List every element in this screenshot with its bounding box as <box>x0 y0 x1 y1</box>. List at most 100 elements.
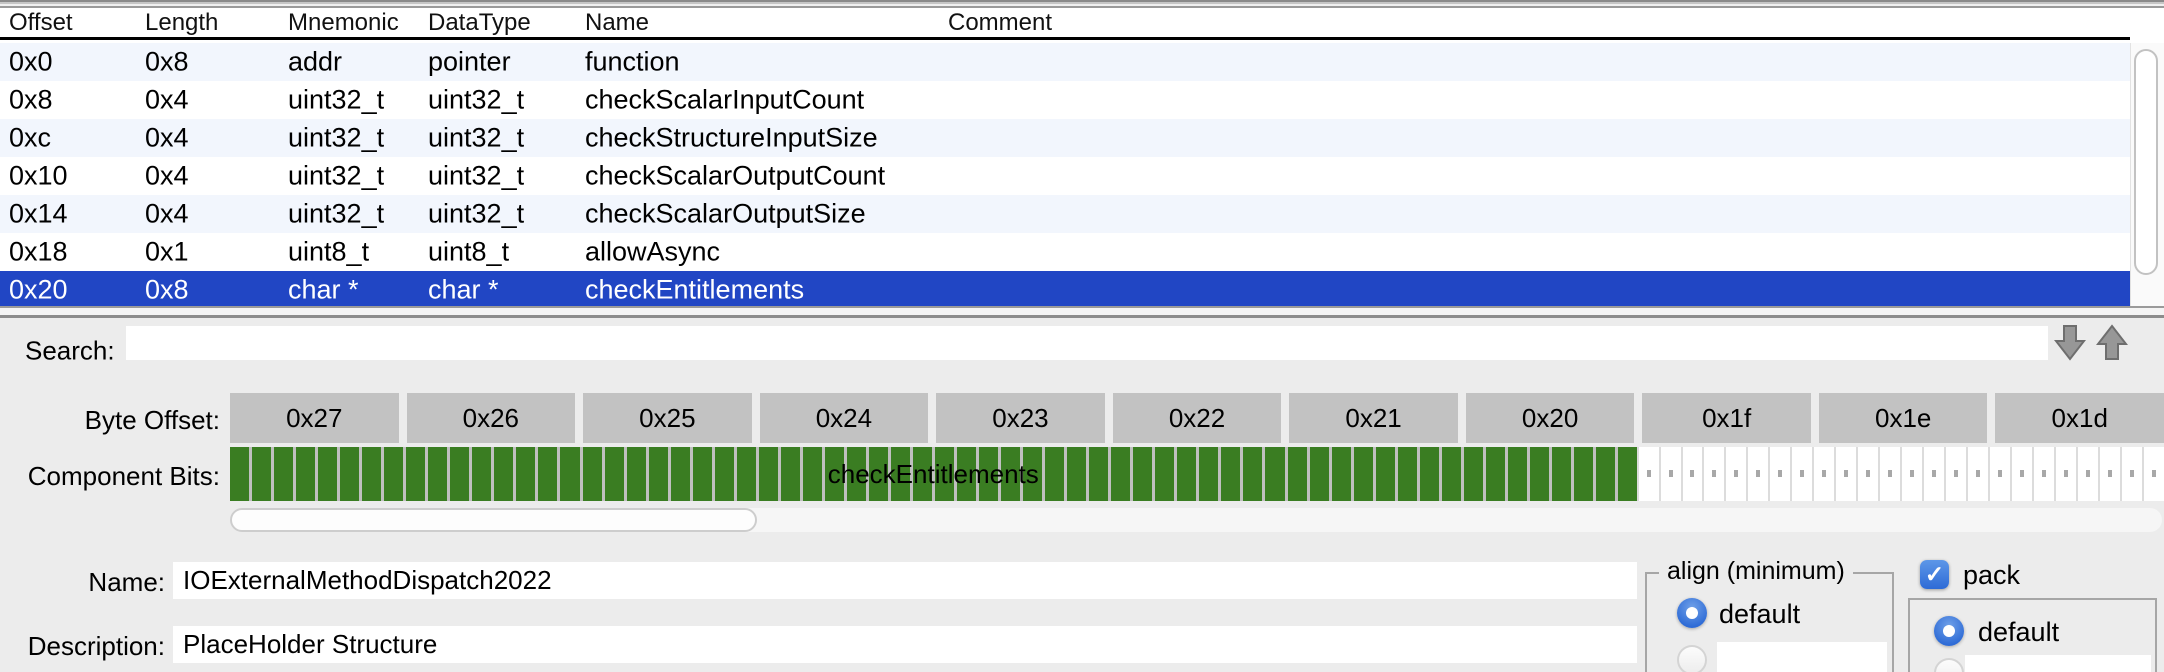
bit-cell-highlighted[interactable] <box>428 447 447 501</box>
bit-cell-highlighted[interactable] <box>318 447 337 501</box>
bit-cell-highlighted[interactable] <box>1508 447 1527 501</box>
align-custom-value-input[interactable] <box>1717 642 1887 672</box>
bit-cell-highlighted[interactable] <box>1398 447 1417 501</box>
bit-cell-empty[interactable] <box>2142 447 2164 501</box>
bit-cell-empty[interactable] <box>1944 447 1966 501</box>
bit-cell-empty[interactable] <box>1724 447 1746 501</box>
bit-cell-highlighted[interactable] <box>891 447 910 501</box>
bit-cell-highlighted[interactable] <box>1199 447 1218 501</box>
horizontal-scrollbar[interactable] <box>230 508 2162 532</box>
bit-cell-highlighted[interactable] <box>494 447 513 501</box>
table-row[interactable]: 0xc0x4uint32_tuint32_tcheckStructureInpu… <box>0 119 2130 157</box>
bit-cell-highlighted[interactable] <box>693 447 712 501</box>
bit-cell-empty[interactable] <box>1790 447 1812 501</box>
bit-cell-highlighted[interactable] <box>1089 447 1108 501</box>
bit-cell-empty[interactable] <box>1922 447 1944 501</box>
bit-cell-highlighted[interactable] <box>274 447 293 501</box>
bit-cell-highlighted[interactable] <box>715 447 734 501</box>
pack-default-radio[interactable] <box>1934 616 1964 646</box>
bit-cell-empty[interactable] <box>2076 447 2098 501</box>
table-row[interactable]: 0x180x1uint8_tuint8_tallowAsync <box>0 233 2130 271</box>
table-row[interactable]: 0x00x8addrpointerfunction <box>0 43 2130 81</box>
bit-cell-highlighted[interactable] <box>1133 447 1152 501</box>
bit-cell-empty[interactable] <box>2098 447 2120 501</box>
table-row[interactable]: 0x80x4uint32_tuint32_tcheckScalarInputCo… <box>0 81 2130 119</box>
search-previous-button[interactable] <box>2096 324 2128 362</box>
pack-checkbox[interactable]: ✓ <box>1920 560 1949 589</box>
bit-cell-highlighted[interactable] <box>1420 447 1439 501</box>
bit-cell-empty[interactable] <box>1659 447 1681 501</box>
pack-custom-radio[interactable] <box>1934 658 1964 672</box>
bit-cell-highlighted[interactable] <box>362 447 381 501</box>
table-row[interactable]: 0x200x8char *char *checkEntitlements <box>0 271 2130 309</box>
bit-cell-highlighted[interactable] <box>979 447 998 501</box>
bit-cell-empty[interactable] <box>1746 447 1768 501</box>
bit-cell-highlighted[interactable] <box>605 447 624 501</box>
vertical-scrollbar-thumb[interactable] <box>2134 49 2158 275</box>
bit-cell-highlighted[interactable] <box>472 447 491 501</box>
bit-cell-highlighted[interactable] <box>538 447 557 501</box>
bit-cell-highlighted[interactable] <box>1596 447 1615 501</box>
bit-cell-highlighted[interactable] <box>1530 447 1549 501</box>
bit-cell-highlighted[interactable] <box>781 447 800 501</box>
pack-custom-value-input[interactable] <box>1965 655 2151 672</box>
bit-cell-highlighted[interactable] <box>1023 447 1042 501</box>
bit-cell-empty[interactable] <box>1878 447 1900 501</box>
bit-cell-empty[interactable] <box>1702 447 1724 501</box>
bit-cell-highlighted[interactable] <box>252 447 271 501</box>
column-header-offset[interactable]: Offset <box>9 9 73 37</box>
align-default-radio[interactable] <box>1677 598 1707 628</box>
bit-cell-highlighted[interactable] <box>1221 447 1240 501</box>
bit-cell-highlighted[interactable] <box>1442 447 1461 501</box>
bit-cell-empty[interactable] <box>2054 447 2076 501</box>
bit-cell-highlighted[interactable] <box>1001 447 1020 501</box>
bit-cell-highlighted[interactable] <box>406 447 425 501</box>
bit-cell-empty[interactable] <box>2032 447 2054 501</box>
bit-cell-empty[interactable] <box>1768 447 1790 501</box>
bit-cell-empty[interactable] <box>1812 447 1834 501</box>
bit-cell-highlighted[interactable] <box>957 447 976 501</box>
bit-cell-empty[interactable] <box>1900 447 1922 501</box>
bit-cell-highlighted[interactable] <box>913 447 932 501</box>
column-header-mnemonic[interactable]: Mnemonic <box>288 9 399 37</box>
bit-cell-highlighted[interactable] <box>516 447 535 501</box>
bit-cell-highlighted[interactable] <box>230 447 249 501</box>
bit-cell-highlighted[interactable] <box>560 447 579 501</box>
bit-cell-empty[interactable] <box>1637 447 1659 501</box>
bit-cell-empty[interactable] <box>1681 447 1703 501</box>
split-pane-divider-middle[interactable] <box>0 306 2164 318</box>
bit-cell-highlighted[interactable] <box>1288 447 1307 501</box>
column-header-length[interactable]: Length <box>145 9 218 37</box>
horizontal-scrollbar-thumb[interactable] <box>230 508 757 532</box>
search-next-button[interactable] <box>2054 324 2086 362</box>
bit-cell-highlighted[interactable] <box>1155 447 1174 501</box>
vertical-scrollbar[interactable] <box>2130 43 2164 306</box>
bit-cell-highlighted[interactable] <box>1574 447 1593 501</box>
align-custom-radio[interactable] <box>1677 645 1707 672</box>
bit-cell-empty[interactable] <box>1988 447 2010 501</box>
bit-cell-highlighted[interactable] <box>627 447 646 501</box>
bit-cell-highlighted[interactable] <box>340 447 359 501</box>
bit-cell-highlighted[interactable] <box>649 447 668 501</box>
bit-cell-highlighted[interactable] <box>1464 447 1483 501</box>
bit-cell-highlighted[interactable] <box>1552 447 1571 501</box>
structure-description-input[interactable] <box>173 626 1637 663</box>
bit-cell-empty[interactable] <box>1966 447 1988 501</box>
bit-cell-highlighted[interactable] <box>1376 447 1395 501</box>
bit-cell-highlighted[interactable] <box>671 447 690 501</box>
bit-cell-highlighted[interactable] <box>1618 447 1637 501</box>
column-header-comment[interactable]: Comment <box>948 9 1052 37</box>
bit-cell-highlighted[interactable] <box>825 447 844 501</box>
split-pane-divider-top[interactable] <box>0 0 2164 8</box>
bit-cell-highlighted[interactable] <box>1045 447 1064 501</box>
bit-cell-highlighted[interactable] <box>1310 447 1329 501</box>
bit-cell-highlighted[interactable] <box>450 447 469 501</box>
bit-cell-highlighted[interactable] <box>1111 447 1130 501</box>
structure-name-input[interactable] <box>173 562 1637 599</box>
bit-cell-highlighted[interactable] <box>869 447 888 501</box>
bit-cell-empty[interactable] <box>2010 447 2032 501</box>
column-header-datatype[interactable]: DataType <box>428 9 531 37</box>
bit-cell-highlighted[interactable] <box>759 447 778 501</box>
bit-cell-highlighted[interactable] <box>1243 447 1262 501</box>
table-row[interactable]: 0x100x4uint32_tuint32_tcheckScalarOutput… <box>0 157 2130 195</box>
